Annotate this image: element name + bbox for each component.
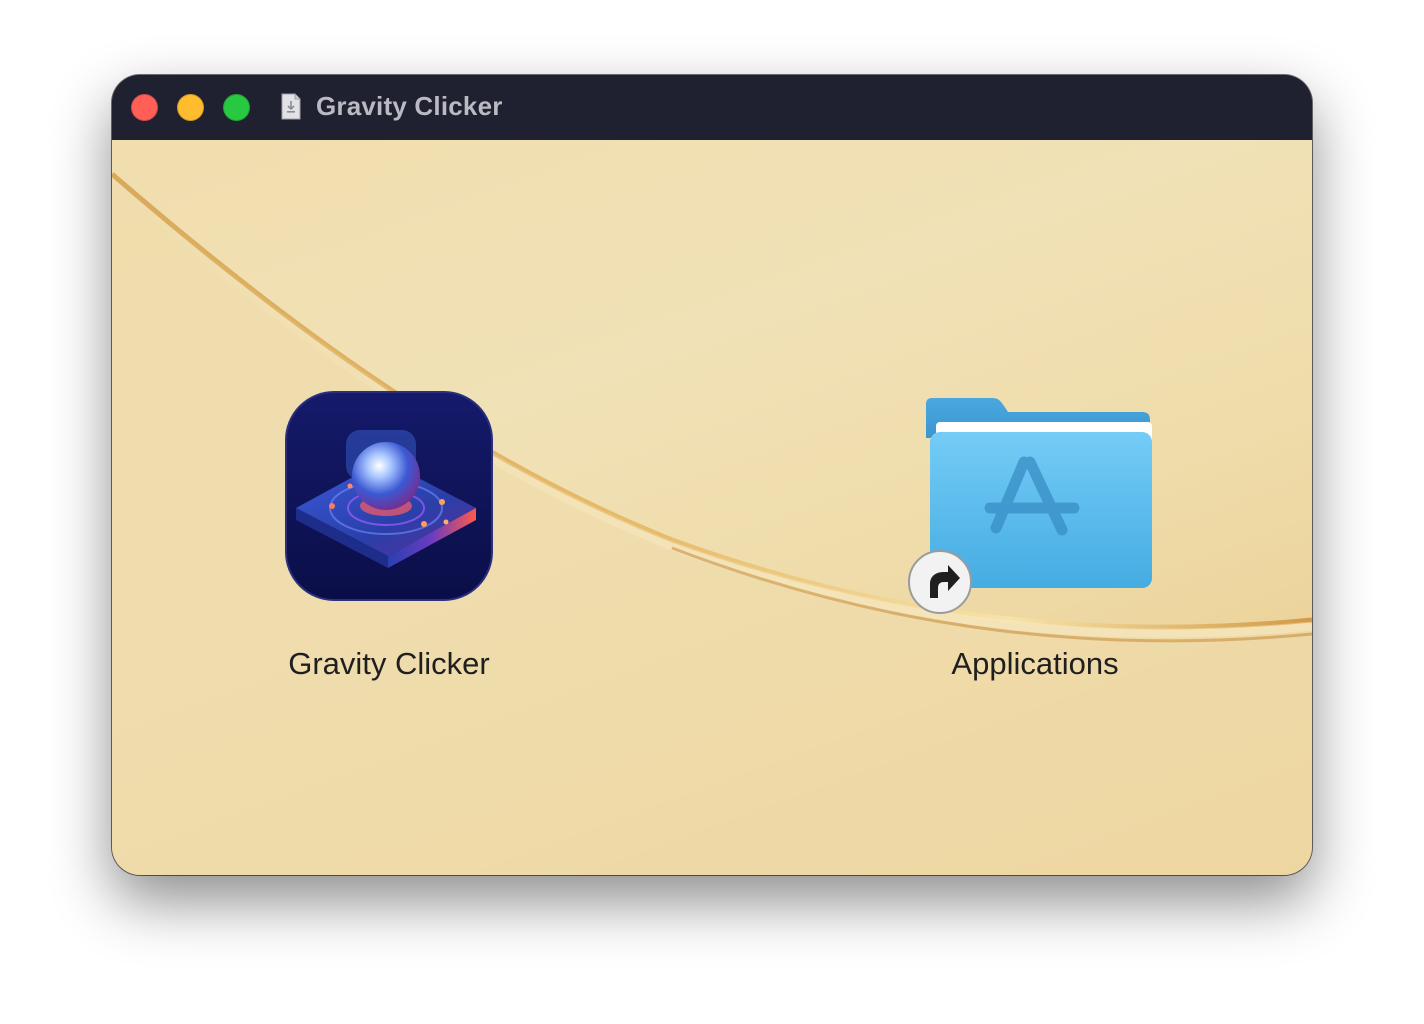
screen: Gravity Clicker Gravity Clicker Applicat… bbox=[0, 0, 1424, 1024]
alias-arrow-icon bbox=[908, 550, 972, 614]
zoom-button[interactable] bbox=[223, 94, 250, 121]
gravity-clicker-app-icon[interactable] bbox=[284, 390, 494, 602]
installer-background: Gravity Clicker Applications bbox=[112, 140, 1312, 875]
applications-folder-alias[interactable]: Applications bbox=[902, 398, 1162, 698]
title-bar[interactable]: Gravity Clicker bbox=[112, 75, 1312, 140]
gravity-clicker-label: Gravity Clicker bbox=[288, 646, 490, 681]
close-button[interactable] bbox=[131, 94, 158, 121]
window-title: Gravity Clicker bbox=[316, 91, 503, 121]
applications-label: Applications bbox=[951, 646, 1119, 681]
gravity-clicker-app[interactable]: Gravity Clicker bbox=[274, 390, 504, 690]
disk-image-icon bbox=[281, 93, 301, 120]
installer-window: Gravity Clicker Gravity Clicker Applicat… bbox=[112, 75, 1312, 875]
minimize-button[interactable] bbox=[177, 94, 204, 121]
